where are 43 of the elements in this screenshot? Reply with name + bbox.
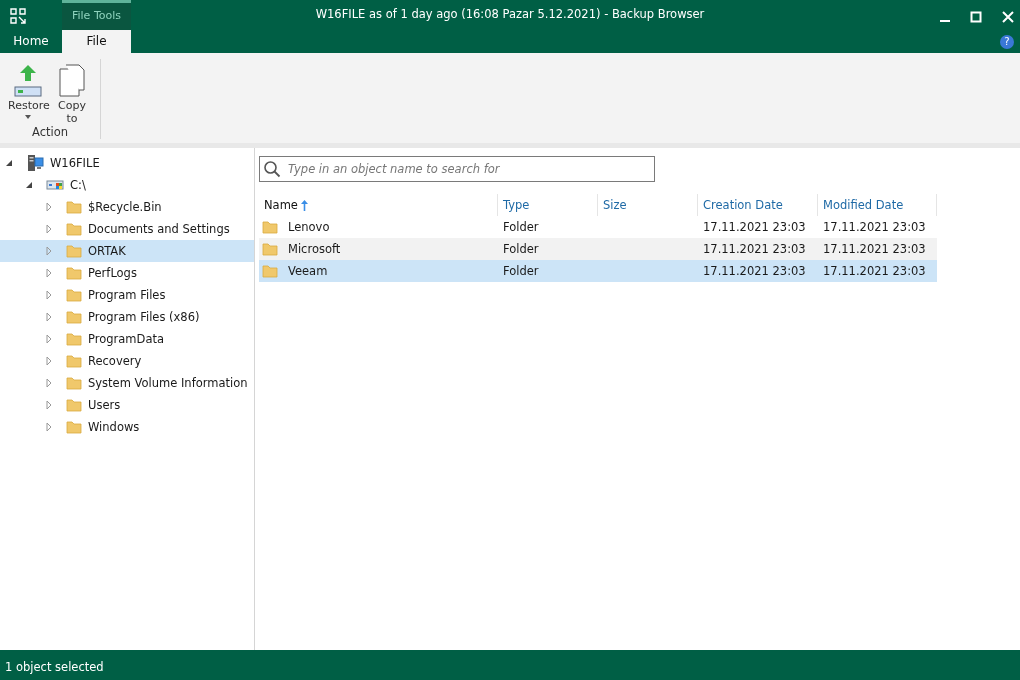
tree-item[interactable]: W16FILE	[0, 152, 254, 174]
tree-item[interactable]: C:\	[0, 174, 254, 196]
table-cell: Microsoft	[288, 242, 341, 256]
table-cell: 17.11.2021 23:03	[703, 264, 806, 278]
table-cell: 17.11.2021 23:03	[703, 220, 806, 234]
tree-item[interactable]: Documents and Settings	[0, 218, 254, 240]
ribbon-button[interactable]: Copy to	[50, 63, 94, 125]
table-row[interactable]: Veeam Folder 17.11.2021 23:03 17.11.2021 23:03	[259, 260, 937, 282]
tree-item[interactable]: Program Files	[0, 284, 254, 306]
tree-item[interactable]: System Volume Information	[0, 372, 254, 394]
help-button[interactable]: ?	[1000, 35, 1014, 49]
column-header[interactable]: Name	[259, 194, 498, 216]
tree-item[interactable]: PerfLogs	[0, 262, 254, 284]
tree-item[interactable]: Recovery	[0, 350, 254, 372]
table-cell: Veeam	[288, 264, 328, 278]
tree-item[interactable]: Users	[0, 394, 254, 416]
column-header[interactable]: Size	[598, 194, 698, 216]
table-cell: Folder	[503, 220, 539, 234]
table-cell: 17.11.2021 23:03	[823, 220, 926, 234]
tree-item[interactable]: $Recycle.Bin	[0, 196, 254, 218]
tree-item[interactable]: ORTAK	[0, 240, 254, 262]
table-row[interactable]: Microsoft Folder 17.11.2021 23:03 17.11.2021 23:03	[259, 238, 937, 260]
table-cell: 17.11.2021 23:03	[823, 264, 926, 278]
window-title: W16FILE as of 1 day ago (16:08 Pazar 5.12.2021) - Backup Browser	[315, 7, 705, 21]
search-field[interactable]: Type in an object name to search for	[259, 156, 655, 182]
column-header[interactable]: Modified Date	[818, 194, 937, 216]
ribbon-tab[interactable]: Home	[0, 30, 62, 53]
ribbon-tab[interactable]: File	[62, 30, 131, 53]
context-tab-label: File Tools	[62, 0, 131, 30]
column-header[interactable]: Creation Date	[698, 194, 818, 216]
tree-item[interactable]: ProgramData	[0, 328, 254, 350]
table-cell: 17.11.2021 23:03	[823, 242, 926, 256]
group-label: Action	[32, 125, 68, 140]
tree-item[interactable]: Windows	[0, 416, 254, 438]
column-header[interactable]: Type	[498, 194, 598, 216]
status-text: 1 object selected	[5, 660, 104, 674]
table-row[interactable]: Lenovo Folder 17.11.2021 23:03 17.11.2021 23:03	[259, 216, 937, 238]
table-cell: Lenovo	[288, 220, 330, 234]
tree-item[interactable]: Program Files (x86)	[0, 306, 254, 328]
table-cell: Folder	[503, 242, 539, 256]
ribbon-button[interactable]: Restore	[6, 63, 50, 125]
table-cell: Folder	[503, 264, 539, 278]
table-cell: 17.11.2021 23:03	[703, 242, 806, 256]
